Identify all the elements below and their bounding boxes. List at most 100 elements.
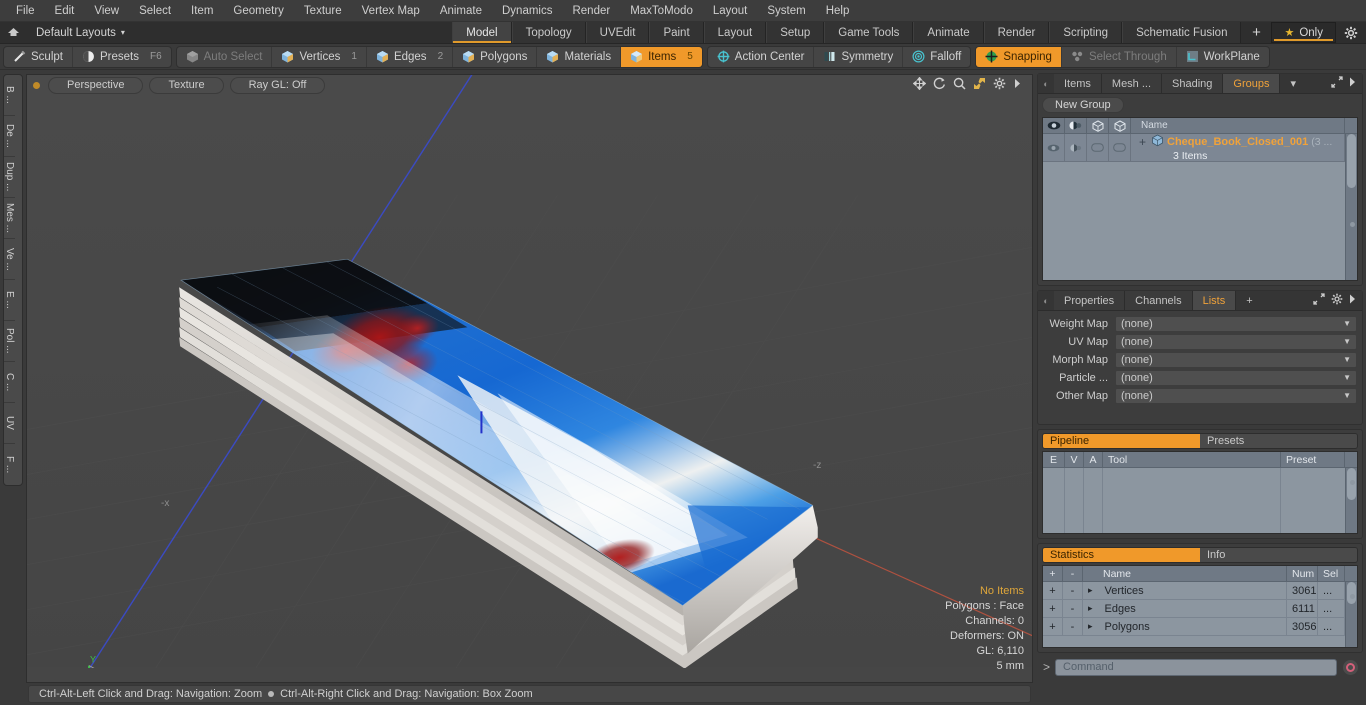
- tab-schematic-fusion[interactable]: Schematic Fusion: [1122, 22, 1242, 43]
- segment-pipeline[interactable]: Pipeline: [1043, 434, 1200, 448]
- tab-mesh[interactable]: Mesh ...: [1101, 74, 1163, 93]
- auto-select-button[interactable]: Auto Select: [177, 46, 273, 67]
- row-add-button[interactable]: +: [1043, 600, 1063, 617]
- row-name-cell[interactable]: ▸ Vertices: [1083, 582, 1287, 599]
- tab-game-tools[interactable]: Game Tools: [824, 22, 914, 43]
- left-tab-vertex[interactable]: Ve ...: [4, 239, 15, 280]
- expand-icon[interactable]: [1331, 76, 1343, 91]
- viewport-raygl-button[interactable]: Ray GL: Off: [229, 76, 326, 94]
- menu-item-geometry[interactable]: Geometry: [223, 3, 294, 19]
- chevron-right-icon[interactable]: [1349, 77, 1356, 90]
- groups-tree-empty-area[interactable]: [1043, 162, 1345, 280]
- workplane-button[interactable]: WorkPlane: [1177, 47, 1269, 67]
- morph-map-dropdown[interactable]: (none) ▼: [1115, 351, 1357, 368]
- eye-icon[interactable]: [1043, 118, 1065, 133]
- statistics-scrollbar[interactable]: [1345, 582, 1357, 647]
- groups-scrollbar[interactable]: [1345, 134, 1357, 280]
- left-tab-fusion[interactable]: F ...: [4, 444, 15, 485]
- menu-item-maxtomodo[interactable]: MaxToModo: [620, 3, 703, 19]
- vertices-button[interactable]: Vertices 1: [272, 46, 367, 67]
- gear-icon[interactable]: [1336, 22, 1366, 43]
- shade-icon[interactable]: [1065, 118, 1087, 133]
- weight-map-dropdown[interactable]: (none) ▼: [1115, 315, 1357, 332]
- chevron-right-icon[interactable]: [1349, 294, 1356, 307]
- row-sub-button[interactable]: -: [1063, 618, 1083, 635]
- menu-item-dynamics[interactable]: Dynamics: [492, 3, 562, 19]
- table-row[interactable]: + - ▸ Vertices 3061 ...: [1043, 582, 1345, 600]
- left-tab-deform[interactable]: De ...: [4, 116, 15, 157]
- menu-item-animate[interactable]: Animate: [430, 3, 492, 19]
- tab-items[interactable]: Items: [1054, 74, 1102, 93]
- menu-item-view[interactable]: View: [84, 3, 129, 19]
- menu-item-file[interactable]: File: [6, 3, 45, 19]
- record-icon[interactable]: [1342, 658, 1359, 676]
- menu-item-system[interactable]: System: [757, 3, 815, 19]
- groups-scrollbar-knob[interactable]: [1347, 134, 1356, 188]
- left-tab-uv[interactable]: UV: [4, 403, 15, 444]
- tab-lists[interactable]: Lists: [1192, 291, 1237, 310]
- left-tab-basic[interactable]: B ...: [4, 75, 15, 116]
- row-name-cell[interactable]: ▸ Polygons: [1083, 618, 1287, 635]
- tab-render[interactable]: Render: [983, 22, 1050, 43]
- add-panel-tab-button[interactable]: +: [1236, 291, 1263, 310]
- row-sub-button[interactable]: -: [1063, 600, 1083, 617]
- menu-item-help[interactable]: Help: [816, 3, 860, 19]
- row-toggle-2[interactable]: [1109, 134, 1131, 161]
- sculpt-button[interactable]: Sculpt: [4, 46, 73, 67]
- row-name-cell[interactable]: ▸ Edges: [1083, 600, 1287, 617]
- viewport-3d[interactable]: Y X Z Perspective Texture Ray GL: Off: [26, 74, 1033, 683]
- menu-item-edit[interactable]: Edit: [45, 3, 85, 19]
- move-icon[interactable]: [912, 76, 927, 93]
- pipeline-cell-tool[interactable]: [1103, 468, 1281, 533]
- materials-button[interactable]: Materials: [537, 46, 622, 67]
- menu-item-item[interactable]: Item: [181, 3, 223, 19]
- tabs-overflow-caret[interactable]: ▾: [1280, 74, 1307, 93]
- polygons-button[interactable]: Polygons: [453, 46, 538, 67]
- row-expand-arrow-icon[interactable]: ▸: [1088, 585, 1093, 596]
- menu-item-texture[interactable]: Texture: [294, 3, 352, 19]
- menu-item-vertex-map[interactable]: Vertex Map: [352, 3, 430, 19]
- fit-icon[interactable]: [973, 77, 986, 93]
- row-add-button[interactable]: +: [1043, 618, 1063, 635]
- viewport-camera-button[interactable]: Perspective: [48, 76, 144, 94]
- items-button[interactable]: Items 5: [621, 46, 702, 67]
- uv-map-dropdown[interactable]: (none) ▼: [1115, 333, 1357, 350]
- panel-menu-icon[interactable]: ◐: [1038, 291, 1054, 310]
- chevron-right-icon[interactable]: [1013, 78, 1022, 92]
- row-add-button[interactable]: +: [1043, 582, 1063, 599]
- zoom-icon[interactable]: [953, 77, 966, 93]
- table-row[interactable]: + - ▸ Edges 6111 ...: [1043, 600, 1345, 618]
- left-tab-edge[interactable]: E ...: [4, 280, 15, 321]
- row-sub-button[interactable]: -: [1063, 582, 1083, 599]
- left-tab-duplicate[interactable]: Dup ...: [4, 157, 15, 198]
- action-center-button[interactable]: Action Center: [708, 46, 815, 67]
- particle-map-dropdown[interactable]: (none) ▼: [1115, 369, 1357, 386]
- statistics-empty-area[interactable]: [1043, 636, 1345, 647]
- segment-statistics[interactable]: Statistics: [1043, 548, 1200, 562]
- tab-groups[interactable]: Groups: [1223, 74, 1281, 93]
- viewport-shading-button[interactable]: Texture: [149, 76, 224, 94]
- rotate-icon[interactable]: [933, 77, 946, 93]
- viewport-canvas[interactable]: Y X Z: [27, 75, 1032, 668]
- table-row[interactable]: + - ▸ Polygons 3056 ...: [1043, 618, 1345, 636]
- tab-topology[interactable]: Topology: [511, 22, 586, 43]
- tab-model[interactable]: Model: [452, 22, 512, 43]
- new-group-button[interactable]: New Group: [1042, 97, 1124, 113]
- statistics-grid[interactable]: + - Name Num Sel + - ▸ Vertices 3061 ...…: [1042, 565, 1358, 648]
- expand-icon[interactable]: [1313, 293, 1325, 308]
- gear-icon[interactable]: [1331, 293, 1343, 308]
- groups-tree[interactable]: Name + Cheque_Book_Closed_001 (3 ... 3 I…: [1042, 117, 1358, 281]
- tab-properties[interactable]: Properties: [1054, 291, 1126, 310]
- add-tab-button[interactable]: +: [1241, 22, 1272, 43]
- cube-icon[interactable]: [1109, 118, 1131, 133]
- tab-shading[interactable]: Shading: [1162, 74, 1224, 93]
- snapping-button[interactable]: Snapping: [976, 46, 1062, 67]
- segment-info[interactable]: Info: [1200, 548, 1357, 562]
- symmetry-button[interactable]: Symmetry: [814, 46, 904, 67]
- home-icon[interactable]: [0, 22, 26, 43]
- row-eye-icon[interactable]: [1043, 134, 1065, 161]
- tab-uvedit[interactable]: UVEdit: [585, 22, 650, 43]
- gear-icon[interactable]: [993, 77, 1006, 93]
- pipeline-cell-preset[interactable]: [1281, 468, 1345, 533]
- panel-menu-icon[interactable]: ◐: [1038, 74, 1054, 93]
